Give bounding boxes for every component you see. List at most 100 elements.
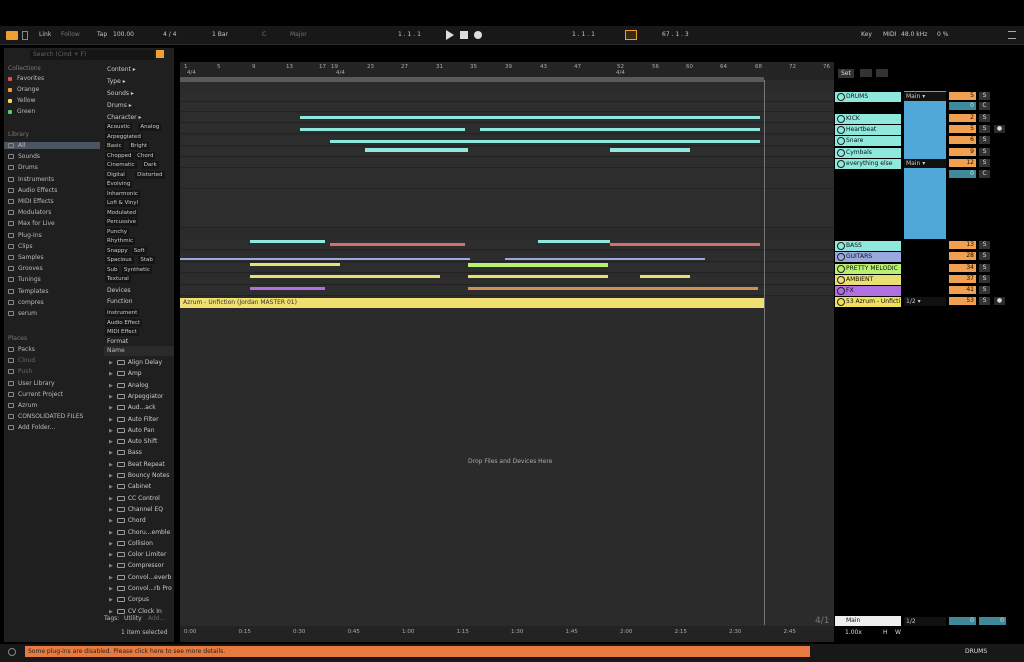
solo-button[interactable]: S xyxy=(979,252,990,260)
library-item-instruments[interactable]: Instruments xyxy=(8,176,54,183)
track-name-bass[interactable]: BASS xyxy=(835,241,901,251)
main-volume[interactable]: 0 xyxy=(949,617,976,625)
track-name-kick[interactable]: KICK xyxy=(835,114,901,124)
tag-audio-effect[interactable]: Audio Effect xyxy=(105,318,143,327)
device-item[interactable]: ▶ Aud...ack xyxy=(109,404,156,411)
track-lane[interactable] xyxy=(180,252,834,262)
tag-midi-effect[interactable]: MIDI Effect xyxy=(105,328,139,336)
midi-clip[interactable] xyxy=(300,128,465,131)
library-item-grooves[interactable]: Grooves xyxy=(8,265,43,272)
device-item[interactable]: ▶ Convol...rb Pro xyxy=(109,585,172,592)
device-item[interactable]: ▶ CC Control xyxy=(109,495,160,502)
track-volume[interactable]: 9 xyxy=(949,148,976,156)
solo-button[interactable]: S xyxy=(979,241,990,249)
track-volume[interactable]: 41 xyxy=(949,286,976,294)
tag-snappy[interactable]: Snappy xyxy=(105,246,130,255)
w-button[interactable]: W xyxy=(895,629,901,636)
place-user-library[interactable]: User Library xyxy=(8,380,55,387)
view-icon[interactable] xyxy=(22,31,28,40)
track-lane[interactable] xyxy=(180,168,834,228)
stop-icon[interactable] xyxy=(460,31,468,39)
device-item[interactable]: ▶ Auto Pan xyxy=(109,427,155,434)
solo-button[interactable]: S xyxy=(979,136,990,144)
track-name-snare[interactable]: Snare xyxy=(835,136,901,146)
track-name-everything-else[interactable]: everything else xyxy=(835,159,901,169)
device-item[interactable]: ▶ Compressor xyxy=(109,562,164,569)
track-name-guitars[interactable]: GUITARS xyxy=(835,252,901,262)
device-item[interactable]: ▶ Convol...everb xyxy=(109,574,171,581)
library-item-tunings[interactable]: Tunings xyxy=(8,276,41,283)
filter-content[interactable]: Content ▸ xyxy=(107,66,136,76)
tag-modulated[interactable]: Modulated xyxy=(105,208,139,217)
track-volume[interactable]: 5 xyxy=(949,92,976,100)
search-input[interactable]: Search (Cmd + F) xyxy=(30,50,154,60)
midi-clip[interactable] xyxy=(250,287,325,290)
device-item[interactable]: ▶ Collision xyxy=(109,540,153,547)
plugin-warning[interactable]: Some plug-ins are disabled. Please click… xyxy=(25,646,810,657)
menu-icon[interactable] xyxy=(1008,31,1016,39)
midi-clip[interactable] xyxy=(570,116,760,119)
tag-utility[interactable]: Utility xyxy=(124,615,142,622)
track-volume[interactable]: 28 xyxy=(949,252,976,260)
main-pan[interactable]: 0 xyxy=(979,617,1006,625)
tag-add[interactable]: Add... xyxy=(148,615,165,622)
tag-stab[interactable]: Stab xyxy=(138,256,155,264)
collection-favorites[interactable]: Favorites xyxy=(8,75,44,82)
track-volume[interactable]: 0 xyxy=(949,102,976,110)
main-track-name[interactable]: Main xyxy=(835,616,901,626)
device-item[interactable]: ▶ CV Clock In xyxy=(109,608,162,615)
filter-icon[interactable] xyxy=(156,50,164,58)
tag-evolving[interactable]: Evolving xyxy=(105,180,133,188)
track-volume[interactable]: 13 xyxy=(949,241,976,249)
place-consolidated-files[interactable]: CONSOLIDATED FILES xyxy=(8,413,83,420)
tag-arpeggiated[interactable]: Arpeggiated xyxy=(105,132,143,141)
tag-sub[interactable]: Sub xyxy=(105,265,120,274)
arrangement-view[interactable]: 1 5 9 13 17 19 23 27 31 35 39 43 47 52 56 60 64 68 72 76 4/… xyxy=(180,62,834,642)
library-item-audio-effects[interactable]: Audio Effects xyxy=(8,187,57,194)
track-volume[interactable]: 6 xyxy=(949,136,976,144)
track-routing[interactable]: Main ▾ xyxy=(904,159,946,168)
tag-cinematic[interactable]: Cinematic xyxy=(105,161,137,169)
h-button[interactable]: H xyxy=(883,629,888,636)
track-volume[interactable]: 37 xyxy=(949,275,976,283)
filter-sounds[interactable]: Sounds ▸ xyxy=(107,90,134,100)
device-item[interactable]: ▶ Cabinet xyxy=(109,483,151,490)
device-item[interactable]: ▶ Analog xyxy=(109,382,149,389)
device-item[interactable]: ▶ Auto Shift xyxy=(109,438,157,445)
device-item[interactable]: ▶ Amp xyxy=(109,370,142,377)
tag-soft[interactable]: Soft xyxy=(131,246,147,255)
midi-clip[interactable] xyxy=(250,263,340,266)
tempo-field[interactable]: 100.00 xyxy=(113,31,134,38)
track-routing[interactable]: Main ▾ xyxy=(904,92,946,101)
arm-icon[interactable]: ● xyxy=(994,125,1005,133)
library-item-samples[interactable]: Samples xyxy=(8,254,44,261)
midi-clip[interactable] xyxy=(505,258,705,260)
collection-orange[interactable]: Orange xyxy=(8,86,39,93)
tag-basic[interactable]: Basic xyxy=(105,142,124,150)
midi-clip[interactable] xyxy=(468,275,608,278)
tag-acoustic[interactable]: Acoustic xyxy=(105,123,133,131)
info-icon[interactable] xyxy=(8,648,16,656)
midi-clip[interactable] xyxy=(330,243,465,246)
devices-filter[interactable]: Devices xyxy=(107,287,131,297)
name-column-header[interactable]: Name xyxy=(104,346,174,356)
place-packs[interactable]: Packs xyxy=(8,346,35,353)
solo-button[interactable]: S xyxy=(979,114,990,122)
midi-clip[interactable] xyxy=(330,140,470,143)
device-item[interactable]: ▶ Beat Repeat xyxy=(109,461,165,468)
link-button[interactable]: Link xyxy=(39,31,51,38)
tag-textural[interactable]: Textural xyxy=(105,275,131,283)
place-cloud[interactable]: Cloud xyxy=(8,357,35,364)
midi-clip[interactable] xyxy=(610,148,690,152)
place-add-folder-[interactable]: Add Folder... xyxy=(8,424,55,431)
solo-button[interactable]: C xyxy=(979,170,990,178)
tag-punchy[interactable]: Punchy xyxy=(105,227,129,236)
key-root-select[interactable]: C xyxy=(262,31,266,38)
expand-icon[interactable] xyxy=(860,69,872,77)
solo-button[interactable]: S xyxy=(979,286,990,294)
library-item-templates[interactable]: Templates xyxy=(8,288,49,295)
track-volume[interactable]: 5 xyxy=(949,125,976,133)
tag-instrument[interactable]: Instrument xyxy=(105,309,140,317)
tag-percussive[interactable]: Percussive xyxy=(105,218,139,226)
library-item-sounds[interactable]: Sounds xyxy=(8,153,40,160)
